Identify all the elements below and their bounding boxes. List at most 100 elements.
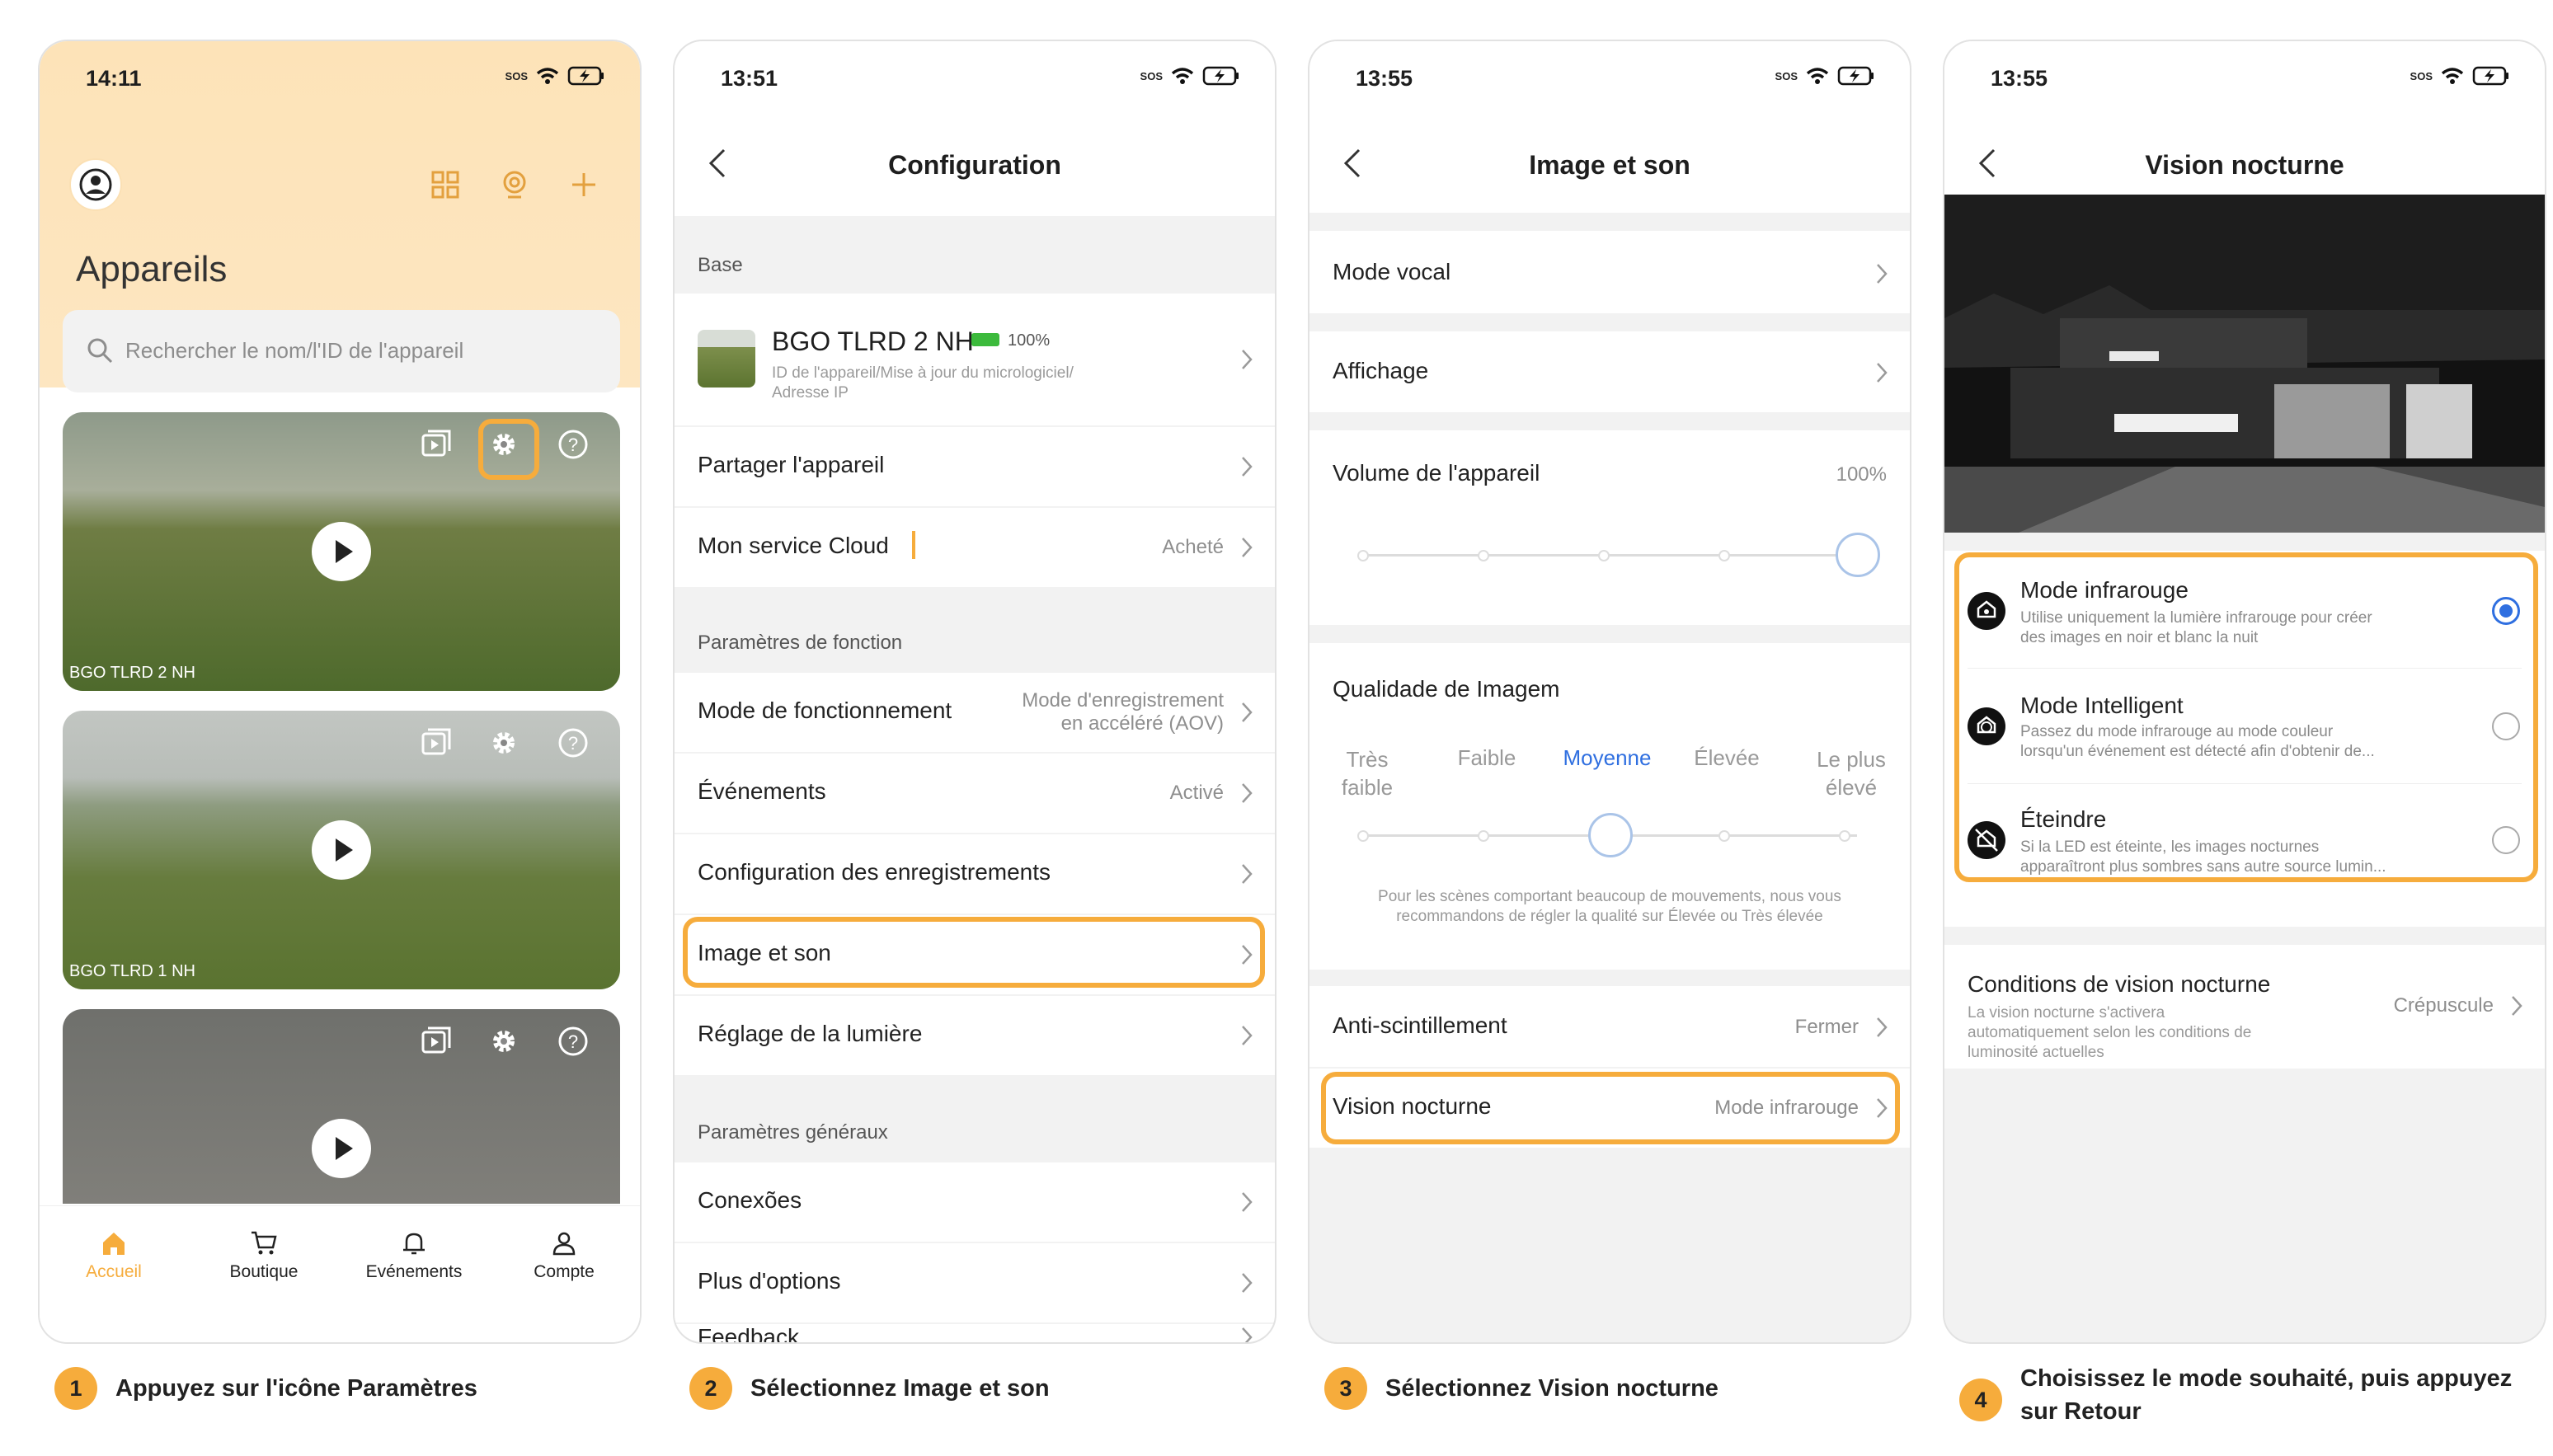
tab-home[interactable]: Accueil xyxy=(40,1229,188,1282)
help-icon[interactable]: ? xyxy=(557,1026,589,1057)
page-title: Configuration xyxy=(888,150,1061,180)
row-value: Crépuscule xyxy=(2393,994,2494,1017)
connections-row[interactable]: Conexões xyxy=(675,1162,1275,1242)
tab-shop[interactable]: Boutique xyxy=(190,1229,338,1282)
battery-icon xyxy=(1202,66,1240,86)
row-label: Réglage de la lumière xyxy=(698,1021,923,1046)
volume-slider-thumb[interactable] xyxy=(1836,533,1880,577)
svg-text:?: ? xyxy=(568,1031,578,1052)
house-night-illustration xyxy=(1944,195,2545,533)
feedback-row[interactable]: Feedback xyxy=(675,1324,1275,1342)
cloud-service-row[interactable]: Mon service Cloud Acheté xyxy=(675,508,1275,587)
slider-tick xyxy=(1357,830,1369,842)
row-label: Configuration des enregistrements xyxy=(698,859,1051,885)
tab-label: Boutique xyxy=(229,1262,299,1281)
status-bar: 13:55 SOS xyxy=(1309,41,1910,110)
camera-card[interactable]: ? xyxy=(63,1009,620,1204)
anti-flicker-row[interactable]: Anti-scintillement Fermer xyxy=(1309,986,1910,1067)
tab-label: Compte xyxy=(534,1262,595,1281)
grid-view-icon[interactable] xyxy=(430,170,460,200)
help-icon[interactable]: ? xyxy=(557,727,589,759)
row-label: Conditions de vision nocturne xyxy=(1968,971,2271,997)
device-info-row[interactable]: BGO TLRD 2 NH 100% ID de l'appareil/Mise… xyxy=(675,294,1275,425)
wifi-icon xyxy=(1806,67,1829,85)
quality-option[interactable]: Élevée xyxy=(1677,745,1776,771)
sos-indicator: SOS xyxy=(1140,69,1163,82)
share-device-row[interactable]: Partager l'appareil xyxy=(675,427,1275,506)
chevron-right-icon xyxy=(1240,455,1253,478)
playback-icon[interactable] xyxy=(421,429,452,460)
chevron-right-icon xyxy=(1875,361,1888,384)
row-value: Activé xyxy=(1169,782,1224,804)
gear-icon[interactable] xyxy=(488,727,520,759)
cloud-marker xyxy=(912,531,915,559)
search-icon xyxy=(87,338,113,364)
quality-option[interactable]: Très faible xyxy=(1334,745,1400,801)
gear-icon[interactable] xyxy=(488,1026,520,1057)
device-thumbnail xyxy=(698,330,755,387)
slider-tick xyxy=(1718,830,1730,842)
home-screen: 14:11 SOS Appareils Rechercher le nom/l'… xyxy=(38,40,642,1344)
avatar[interactable] xyxy=(69,158,122,211)
chevron-right-icon xyxy=(1240,701,1253,724)
nav-bar: Image et son xyxy=(1309,110,1910,213)
slider-tick xyxy=(1718,550,1730,561)
play-button[interactable] xyxy=(312,522,371,581)
play-icon xyxy=(336,540,353,563)
step-text: Sélectionnez Image et son xyxy=(750,1374,1050,1402)
night-vision-preview-image xyxy=(1944,195,2545,533)
mode-list-highlight xyxy=(1954,552,2538,882)
operating-mode-row[interactable]: Mode de fonctionnement Mode d'enregistre… xyxy=(675,673,1275,752)
camera-name: BGO TLRD 2 NH xyxy=(69,664,195,682)
display-row[interactable]: Affichage xyxy=(1309,331,1910,412)
add-device-icon[interactable] xyxy=(569,170,599,200)
play-button[interactable] xyxy=(312,820,371,880)
more-options-row[interactable]: Plus d'options xyxy=(675,1243,1275,1322)
conditions-description: automatiquement selon les conditions de xyxy=(1968,1024,2252,1041)
quality-slider-thumb[interactable] xyxy=(1588,813,1633,857)
recording-config-row[interactable]: Configuration des enregistrements xyxy=(675,834,1275,914)
search-input[interactable]: Rechercher le nom/l'ID de l'appareil xyxy=(63,310,620,392)
playback-icon[interactable] xyxy=(421,1026,452,1057)
status-time: 13:55 xyxy=(1991,66,2048,91)
volume-value: 100% xyxy=(1836,463,1887,486)
play-button[interactable] xyxy=(312,1119,371,1178)
battery-percent: 100% xyxy=(1008,331,1051,350)
quality-option[interactable]: Faible xyxy=(1441,745,1532,771)
volume-slider-track[interactable] xyxy=(1362,554,1857,557)
status-time: 14:11 xyxy=(86,66,142,91)
conditions-description: luminosité actuelles xyxy=(1968,1044,2104,1061)
configuration-screen: 13:51 SOS Configuration Base BGO TLRD 2 … xyxy=(673,40,1276,1344)
image-quality-section: Qualidade de Imagem Très faible Faible M… xyxy=(1309,643,1910,970)
status-time: 13:51 xyxy=(721,66,778,91)
device-subtitle: Adresse IP xyxy=(772,384,849,402)
chevron-right-icon xyxy=(1875,1016,1888,1039)
svg-text:?: ? xyxy=(568,733,578,754)
battery-level-icon xyxy=(971,333,999,346)
section-header: Paramètres de fonction xyxy=(698,632,903,654)
help-icon[interactable]: ? xyxy=(557,429,589,460)
quality-option-selected[interactable]: Moyenne xyxy=(1554,745,1661,771)
playback-icon[interactable] xyxy=(421,727,452,759)
camera-name: BGO TLRD 1 NH xyxy=(69,962,195,980)
night-conditions-row[interactable]: Conditions de vision nocturne La vision … xyxy=(1944,945,2545,1069)
chevron-right-icon xyxy=(1240,782,1253,805)
wifi-icon xyxy=(536,67,559,85)
tab-events[interactable]: Evénements xyxy=(340,1229,488,1282)
tab-account[interactable]: Compte xyxy=(490,1229,638,1282)
light-settings-row[interactable]: Réglage de la lumière xyxy=(675,996,1275,1075)
wifi-icon xyxy=(1171,67,1194,85)
home-icon xyxy=(103,1233,125,1255)
status-bar: 14:11 SOS xyxy=(40,41,640,110)
image-sound-screen: 13:55 SOS Image et son Mode vocal Affich… xyxy=(1308,40,1911,1344)
quality-option[interactable]: Le plus élevé xyxy=(1806,745,1897,801)
camera-icon[interactable] xyxy=(500,170,529,200)
voice-mode-row[interactable]: Mode vocal xyxy=(1309,231,1910,313)
play-icon xyxy=(336,1137,353,1160)
camera-card[interactable]: ? BGO TLRD 1 NH xyxy=(63,711,620,989)
row-value: Fermer xyxy=(1794,1016,1859,1038)
night-vision-screen: 13:55 SOS Vision nocturne Mode infraroug… xyxy=(1943,40,2546,1344)
chevron-right-icon xyxy=(1240,536,1253,559)
events-row[interactable]: Événements Activé xyxy=(675,754,1275,833)
sos-indicator: SOS xyxy=(2410,69,2433,82)
